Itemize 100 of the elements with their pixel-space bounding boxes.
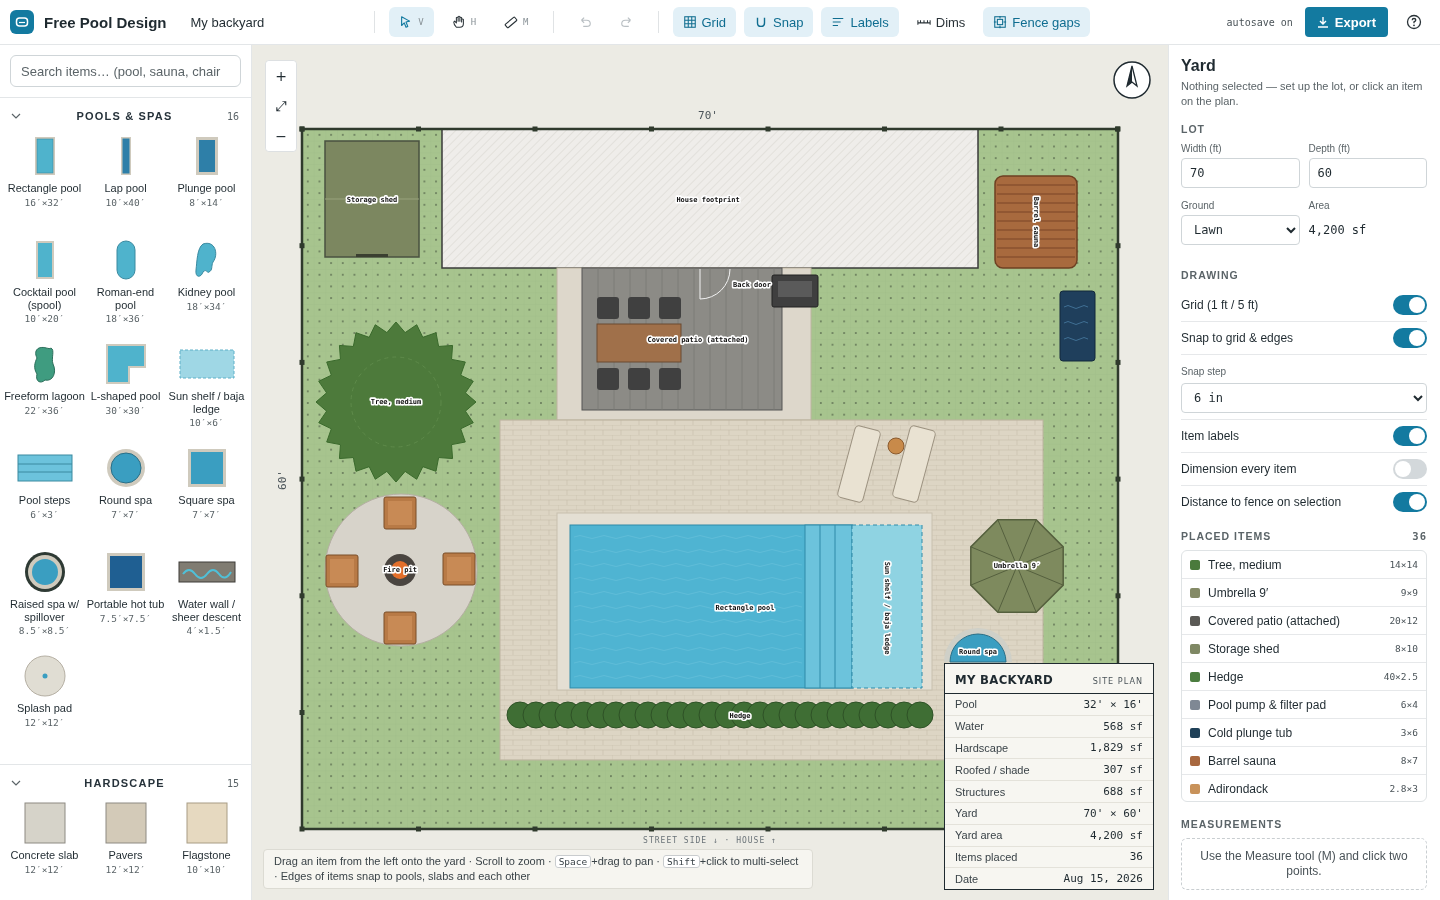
item-name: Concrete slab	[10, 849, 79, 862]
app-logo-icon	[10, 10, 34, 34]
panel-subtitle: Nothing selected — set up the lot, or click an item on the plan.	[1181, 79, 1424, 109]
placed-item[interactable]: Tree, medium 14×14	[1182, 551, 1426, 579]
kidney-icon	[194, 241, 219, 279]
item-name: Rectangle pool	[7, 182, 82, 195]
export-button[interactable]: Export	[1304, 7, 1388, 37]
item-name: Pavers	[108, 849, 143, 862]
area-value: 4,200 sf	[1308, 223, 1368, 237]
snap-toggle[interactable]: Snap	[744, 7, 814, 37]
grid-toggle[interactable]: Grid	[672, 7, 737, 37]
item-size: 10′×6′	[189, 417, 224, 428]
toggle-switch[interactable]	[1393, 426, 1427, 446]
autosave-status: autosave on	[1226, 16, 1293, 28]
item-size: 10′×40′	[105, 196, 146, 208]
section-count: 15	[226, 777, 239, 789]
stat-label: Yard	[955, 807, 978, 820]
placed-item[interactable]: Storage shed 8×10	[1182, 635, 1426, 663]
item-size: 10′×10′	[186, 863, 227, 875]
item-name: Sun shelf / baja ledge	[167, 390, 246, 415]
fire-pit-patio[interactable]	[324, 493, 478, 647]
lshape-icon	[105, 344, 146, 384]
placed-item[interactable]: Adirondack 2.8×3	[1182, 775, 1426, 801]
storage-shed[interactable]	[324, 140, 420, 258]
roundspa-icon	[105, 448, 146, 488]
toggle-switch[interactable]	[1393, 492, 1427, 512]
snap-step-select[interactable]: 6 in	[1181, 383, 1427, 413]
splash-icon	[23, 655, 66, 697]
toggle-switch[interactable]	[1393, 328, 1427, 348]
item-name: Round spa	[98, 494, 153, 507]
fence-toggle[interactable]: Fence gaps	[983, 7, 1091, 37]
stat-value: 568 sf	[1103, 719, 1143, 733]
help-icon[interactable]	[1406, 14, 1422, 30]
item-name: L-shaped pool	[90, 390, 161, 403]
item-name: Lap pool	[104, 182, 147, 195]
freeform-icon	[32, 344, 57, 384]
depth-dimension: 60'	[276, 470, 289, 490]
item-name: Freeform lagoon	[4, 390, 85, 403]
item-size: 30′×30′	[105, 404, 146, 416]
item-name: Plunge pool	[177, 182, 236, 195]
tree[interactable]	[315, 321, 477, 483]
search-field[interactable]: Search items… (pool, sauna, chair	[10, 55, 241, 87]
labels-toggle[interactable]: Labels	[821, 7, 899, 37]
covered-patio[interactable]	[581, 267, 819, 411]
stat-value: 307 sf	[1103, 763, 1143, 777]
placed-item[interactable]: Cold plunge tub 3×6	[1182, 719, 1426, 747]
sun-shelf[interactable]	[851, 524, 923, 689]
item-name: Kidney pool	[177, 286, 236, 299]
toggle-switch[interactable]	[1393, 459, 1427, 479]
title-block-title: MY BACKYARD	[955, 672, 1054, 687]
section-title: POOLS & SPAS	[75, 110, 174, 122]
hedge[interactable]	[506, 701, 934, 729]
stat-label: Roofed / shade	[955, 763, 1030, 776]
waterwall-icon	[177, 561, 236, 583]
stat-label: Date	[955, 872, 979, 885]
toggle-switch[interactable]	[1393, 295, 1427, 315]
project-name[interactable]: My backyard	[190, 14, 265, 30]
width-field[interactable]: 70	[1181, 158, 1300, 188]
cold-plunge-tub[interactable]	[1059, 290, 1096, 362]
item-name: Pool steps	[18, 494, 71, 507]
placed-item[interactable]: Umbrella 9′ 9×9	[1182, 579, 1426, 607]
ground-select[interactable]: Lawn	[1181, 215, 1300, 245]
hint-text: Drag an item from the left onto the yard · Scroll to zoom · Space +drag to pan · Shift +click to multi-select · Edges of items snap to pools, slabs and each other	[263, 849, 813, 889]
steps-icon	[16, 454, 73, 482]
placed-item[interactable]: Hedge 40×2.5	[1182, 663, 1426, 691]
placed-item[interactable]: Pool pump & filter pad 6×4	[1182, 691, 1426, 719]
download-icon	[1316, 16, 1329, 28]
item-size: 7′×7′	[111, 508, 140, 520]
flagstone-icon	[185, 802, 228, 844]
orientation-note: STREET SIDE ↓ · HOUSE ↑	[643, 836, 777, 845]
stat-label: Items placed	[955, 850, 1018, 863]
stat-value: 32' × 16'	[1083, 697, 1143, 711]
section-heading: MEASUREMENTS	[1181, 818, 1284, 830]
placed-item[interactable]: Barrel sauna 8×7	[1182, 747, 1426, 775]
placed-item[interactable]: Covered patio (attached) 20×12	[1182, 607, 1426, 635]
fence-icon	[993, 15, 1008, 29]
item-name: Cocktail pool (spool)	[12, 286, 77, 311]
patio-umbrella[interactable]	[970, 519, 1064, 613]
hand-icon	[451, 15, 466, 29]
item-name: Raised spa w/ spillover	[8, 598, 81, 623]
cocktail-icon	[35, 241, 54, 279]
item-size: 12′×12′	[24, 863, 65, 875]
section-title: HARDSCAPE	[83, 777, 166, 789]
sunshelf-icon	[178, 349, 235, 379]
barrel-sauna[interactable]	[994, 175, 1078, 269]
item-size: 6′×3′	[30, 508, 59, 520]
round-spa[interactable]	[944, 628, 1012, 663]
stat-value: 1,829 sf	[1090, 741, 1143, 755]
width-dimension: 70'	[698, 109, 718, 122]
item-size: 22′×36′	[24, 404, 65, 416]
item-size: 7′×7′	[192, 508, 221, 520]
title-block-subtitle: SITE PLAN	[1092, 676, 1143, 686]
dims-toggle[interactable]: Dims	[906, 7, 976, 37]
grid-icon	[682, 15, 697, 29]
house-footprint[interactable]	[441, 128, 979, 269]
panel-title: Yard	[1181, 57, 1217, 75]
raisedspa-icon	[24, 552, 65, 592]
depth-field[interactable]: 60	[1308, 158, 1427, 188]
field-label: Snap step	[1181, 366, 1227, 377]
item-count: 36	[1412, 530, 1427, 542]
